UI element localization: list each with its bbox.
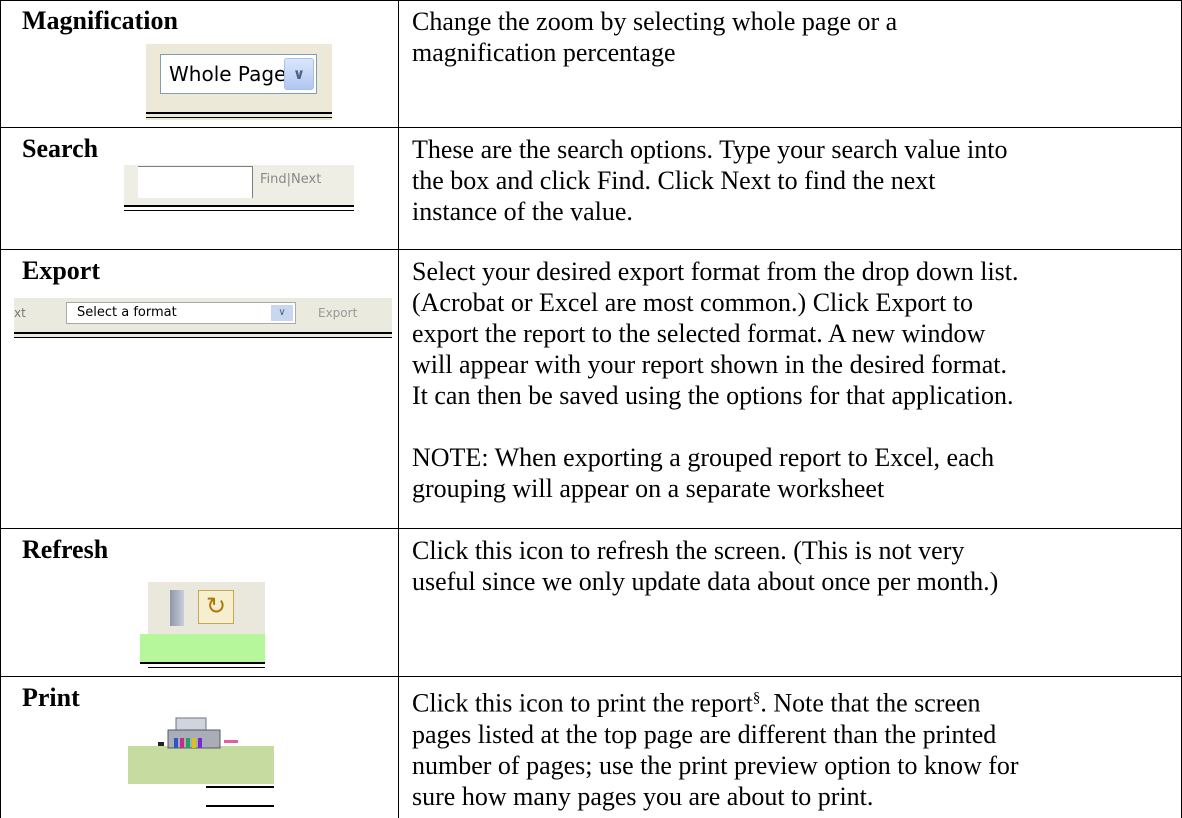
divider-line xyxy=(206,805,274,807)
row-description: Click this icon to refresh the screen. (… xyxy=(412,536,999,596)
next-button-fragment: xt xyxy=(14,306,26,320)
row-title: Search xyxy=(22,134,99,163)
row-title: Magnification xyxy=(22,6,178,35)
divider-line xyxy=(124,205,354,207)
row-description: These are the search options. Type your … xyxy=(412,135,1008,226)
divider-line xyxy=(146,117,332,118)
divider-line xyxy=(206,786,274,788)
chevron-down-icon[interactable]: ∨ xyxy=(271,305,293,321)
divider-line xyxy=(124,210,354,211)
row-title: Export xyxy=(22,256,100,285)
row-description: Change the zoom by selecting whole page … xyxy=(412,7,898,67)
printer-icon[interactable] xyxy=(158,716,238,756)
magnification-select[interactable]: Whole Page ∨ xyxy=(160,54,317,94)
export-format-value: Select a format xyxy=(77,305,177,320)
export-button[interactable]: Export xyxy=(318,306,357,320)
search-input[interactable] xyxy=(138,166,253,198)
chevron-down-icon[interactable]: ∨ xyxy=(284,58,314,90)
refresh-icon[interactable]: ↻ xyxy=(198,590,234,624)
toolbar-separator xyxy=(170,590,184,626)
export-format-select[interactable]: Select a format ∨ xyxy=(66,302,296,324)
divider-line xyxy=(140,662,265,664)
divider-line xyxy=(14,337,392,338)
divider-line xyxy=(148,667,265,668)
table-row-export: Export Select your desired export format… xyxy=(0,250,1182,528)
divider-line xyxy=(146,112,332,114)
magnification-select-value: Whole Page xyxy=(169,62,287,86)
row-description: Select your desired export format from t… xyxy=(412,257,1019,503)
find-next-buttons[interactable]: Find|Next xyxy=(260,172,321,188)
refresh-screenshot-strip xyxy=(140,634,265,662)
row-title: Print xyxy=(22,683,80,712)
divider-line xyxy=(14,332,392,334)
row-description: Click this icon to print the report§. No… xyxy=(412,688,1019,811)
row-title: Refresh xyxy=(22,535,109,564)
